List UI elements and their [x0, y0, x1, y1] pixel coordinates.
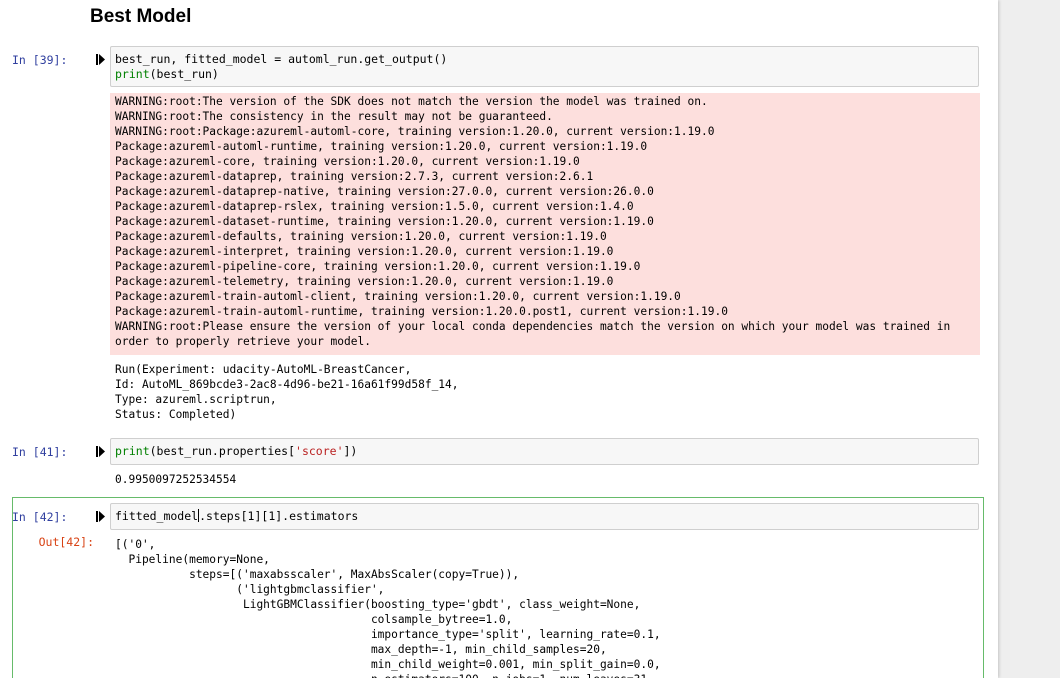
notebook-page: Best Model In [39]: best_run, fitted_mod… — [0, 0, 998, 678]
code-string: 'score' — [295, 444, 344, 458]
code-input[interactable]: best_run, fitted_model = automl_run.get_… — [110, 46, 979, 87]
input-prompt: In [39]: — [12, 53, 68, 67]
run-cell-icon[interactable] — [96, 446, 105, 457]
stdout-output: Run(Experiment: udacity-AutoML-BreastCan… — [115, 363, 459, 421]
code-line: ]) — [343, 444, 358, 458]
stdout-output: 0.9950097252534554 — [115, 473, 237, 486]
code-input[interactable]: fitted_model.steps[1][1].estimators — [110, 503, 979, 530]
run-cell-icon[interactable] — [96, 54, 105, 65]
output-prompt: Out[42]: — [38, 535, 94, 549]
result-output: [('0', Pipeline(memory=None, steps=[('ma… — [115, 538, 661, 678]
code-line: (best_run) — [149, 67, 219, 81]
code-line: fitted_model — [115, 509, 199, 523]
code-line: (best_run.properties[ — [149, 444, 296, 458]
run-cell-icon[interactable] — [96, 511, 105, 522]
input-prompt: In [42]: — [12, 510, 68, 524]
code-keyword: print — [115, 444, 150, 458]
code-keyword: print — [115, 67, 150, 81]
code-input[interactable]: print(best_run.properties['score']) — [110, 438, 979, 465]
stderr-output: WARNING:root:The version of the SDK does… — [110, 93, 980, 355]
code-line: best_run, fitted_model = automl_run.get_… — [115, 52, 448, 66]
input-prompt: In [41]: — [12, 445, 68, 459]
markdown-heading: Best Model — [90, 6, 192, 27]
code-line: .steps[1][1].estimators — [199, 509, 359, 523]
